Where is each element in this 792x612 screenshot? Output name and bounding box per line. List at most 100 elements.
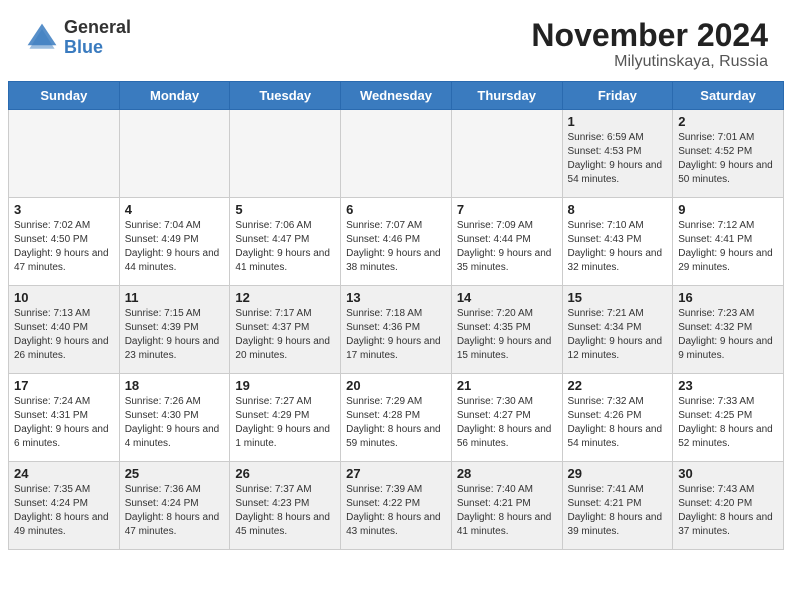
- calendar-cell: 5 Sunrise: 7:06 AM Sunset: 4:47 PM Daylig…: [230, 198, 341, 286]
- day-info: Sunrise: 7:26 AM Sunset: 4:30 PM Dayligh…: [125, 395, 225, 451]
- calendar-cell: [451, 110, 562, 198]
- calendar-week-row: 1 Sunrise: 6:59 AM Sunset: 4:53 PM Daylig…: [9, 110, 784, 198]
- calendar-cell: 30 Sunrise: 7:43 AM Sunset: 4:20 PM Dayli…: [673, 462, 784, 550]
- header-thursday: Thursday: [451, 82, 562, 110]
- location: Milyutinskaya, Russia: [531, 53, 768, 71]
- calendar-cell: 6 Sunrise: 7:07 AM Sunset: 4:46 PM Daylig…: [341, 198, 452, 286]
- calendar-cell: 1 Sunrise: 6:59 AM Sunset: 4:53 PM Daylig…: [562, 110, 673, 198]
- day-info: Sunrise: 7:41 AM Sunset: 4:21 PM Dayligh…: [568, 483, 668, 539]
- day-number: 26: [235, 466, 335, 481]
- day-info: Sunrise: 7:02 AM Sunset: 4:50 PM Dayligh…: [14, 219, 114, 275]
- day-number: 11: [125, 290, 225, 305]
- calendar-cell: 4 Sunrise: 7:04 AM Sunset: 4:49 PM Daylig…: [119, 198, 230, 286]
- day-info: Sunrise: 7:21 AM Sunset: 4:34 PM Dayligh…: [568, 307, 668, 363]
- calendar-cell: 12 Sunrise: 7:17 AM Sunset: 4:37 PM Dayli…: [230, 286, 341, 374]
- day-number: 9: [678, 202, 778, 217]
- calendar-table: Sunday Monday Tuesday Wednesday Thursday…: [8, 81, 784, 550]
- day-info: Sunrise: 7:32 AM Sunset: 4:26 PM Dayligh…: [568, 395, 668, 451]
- day-number: 18: [125, 378, 225, 393]
- calendar-cell: [230, 110, 341, 198]
- day-number: 27: [346, 466, 446, 481]
- calendar-cell: 3 Sunrise: 7:02 AM Sunset: 4:50 PM Daylig…: [9, 198, 120, 286]
- day-number: 30: [678, 466, 778, 481]
- day-number: 10: [14, 290, 114, 305]
- day-info: Sunrise: 6:59 AM Sunset: 4:53 PM Dayligh…: [568, 131, 668, 187]
- calendar-cell: 15Sunrise: 7:21 AM Sunset: 4:34 PM Dayli…: [562, 286, 673, 374]
- calendar-cell: 17Sunrise: 7:24 AM Sunset: 4:31 PM Dayli…: [9, 374, 120, 462]
- header-wednesday: Wednesday: [341, 82, 452, 110]
- calendar-cell: 18 Sunrise: 7:26 AM Sunset: 4:30 PM Dayli…: [119, 374, 230, 462]
- day-number: 17: [14, 378, 114, 393]
- day-number: 19: [235, 378, 335, 393]
- header-sunday: Sunday: [9, 82, 120, 110]
- day-info: Sunrise: 7:17 AM Sunset: 4:37 PM Dayligh…: [235, 307, 335, 363]
- day-info: Sunrise: 7:12 AM Sunset: 4:41 PM Dayligh…: [678, 219, 778, 275]
- day-info: Sunrise: 7:15 AM Sunset: 4:39 PM Dayligh…: [125, 307, 225, 363]
- day-info: Sunrise: 7:40 AM Sunset: 4:21 PM Dayligh…: [457, 483, 557, 539]
- calendar-cell: 13 Sunrise: 7:18 AM Sunset: 4:36 PM Dayli…: [341, 286, 452, 374]
- day-number: 25: [125, 466, 225, 481]
- calendar-week-row: 17Sunrise: 7:24 AM Sunset: 4:31 PM Dayli…: [9, 374, 784, 462]
- calendar-cell: 25 Sunrise: 7:36 AM Sunset: 4:24 PM Dayli…: [119, 462, 230, 550]
- header-saturday: Saturday: [673, 82, 784, 110]
- calendar-cell: 24Sunrise: 7:35 AM Sunset: 4:24 PM Dayli…: [9, 462, 120, 550]
- calendar-cell: 21Sunrise: 7:30 AM Sunset: 4:27 PM Dayli…: [451, 374, 562, 462]
- day-number: 23: [678, 378, 778, 393]
- header-monday: Monday: [119, 82, 230, 110]
- day-number: 22: [568, 378, 668, 393]
- day-number: 16: [678, 290, 778, 305]
- day-number: 2: [678, 114, 778, 129]
- day-info: Sunrise: 7:06 AM Sunset: 4:47 PM Dayligh…: [235, 219, 335, 275]
- day-number: 3: [14, 202, 114, 217]
- calendar-cell: 10 Sunrise: 7:13 AM Sunset: 4:40 PM Dayli…: [9, 286, 120, 374]
- calendar-cell: 16 Sunrise: 7:23 AM Sunset: 4:32 PM Dayli…: [673, 286, 784, 374]
- calendar-cell: 29 Sunrise: 7:41 AM Sunset: 4:21 PM Dayli…: [562, 462, 673, 550]
- day-number: 13: [346, 290, 446, 305]
- header-friday: Friday: [562, 82, 673, 110]
- day-number: 28: [457, 466, 557, 481]
- day-info: Sunrise: 7:01 AM Sunset: 4:52 PM Dayligh…: [678, 131, 778, 187]
- logo: General Blue: [24, 18, 131, 58]
- calendar-cell: 22 Sunrise: 7:32 AM Sunset: 4:26 PM Dayli…: [562, 374, 673, 462]
- day-info: Sunrise: 7:37 AM Sunset: 4:23 PM Dayligh…: [235, 483, 335, 539]
- day-info: Sunrise: 7:43 AM Sunset: 4:20 PM Dayligh…: [678, 483, 778, 539]
- day-number: 1: [568, 114, 668, 129]
- logo-icon: [24, 20, 60, 56]
- day-info: Sunrise: 7:30 AM Sunset: 4:27 PM Dayligh…: [457, 395, 557, 451]
- day-number: 6: [346, 202, 446, 217]
- calendar-cell: 2 Sunrise: 7:01 AM Sunset: 4:52 PM Daylig…: [673, 110, 784, 198]
- day-info: Sunrise: 7:13 AM Sunset: 4:40 PM Dayligh…: [14, 307, 114, 363]
- day-number: 12: [235, 290, 335, 305]
- day-number: 4: [125, 202, 225, 217]
- header: General Blue November 2024 Milyutinskaya…: [0, 0, 792, 81]
- day-info: Sunrise: 7:39 AM Sunset: 4:22 PM Dayligh…: [346, 483, 446, 539]
- calendar-cell: 14Sunrise: 7:20 AM Sunset: 4:35 PM Dayli…: [451, 286, 562, 374]
- day-number: 5: [235, 202, 335, 217]
- calendar: Sunday Monday Tuesday Wednesday Thursday…: [0, 81, 792, 558]
- calendar-cell: 9 Sunrise: 7:12 AM Sunset: 4:41 PM Daylig…: [673, 198, 784, 286]
- day-info: Sunrise: 7:10 AM Sunset: 4:43 PM Dayligh…: [568, 219, 668, 275]
- calendar-week-row: 24Sunrise: 7:35 AM Sunset: 4:24 PM Dayli…: [9, 462, 784, 550]
- day-info: Sunrise: 7:23 AM Sunset: 4:32 PM Dayligh…: [678, 307, 778, 363]
- month-title: November 2024: [531, 18, 768, 53]
- day-number: 24: [14, 466, 114, 481]
- calendar-cell: [9, 110, 120, 198]
- day-info: Sunrise: 7:04 AM Sunset: 4:49 PM Dayligh…: [125, 219, 225, 275]
- day-number: 20: [346, 378, 446, 393]
- day-info: Sunrise: 7:09 AM Sunset: 4:44 PM Dayligh…: [457, 219, 557, 275]
- calendar-cell: 28 Sunrise: 7:40 AM Sunset: 4:21 PM Dayli…: [451, 462, 562, 550]
- day-number: 29: [568, 466, 668, 481]
- day-number: 14: [457, 290, 557, 305]
- day-info: Sunrise: 7:27 AM Sunset: 4:29 PM Dayligh…: [235, 395, 335, 451]
- calendar-cell: 20Sunrise: 7:29 AM Sunset: 4:28 PM Dayli…: [341, 374, 452, 462]
- day-number: 8: [568, 202, 668, 217]
- day-number: 7: [457, 202, 557, 217]
- calendar-week-row: 3 Sunrise: 7:02 AM Sunset: 4:50 PM Daylig…: [9, 198, 784, 286]
- day-info: Sunrise: 7:33 AM Sunset: 4:25 PM Dayligh…: [678, 395, 778, 451]
- calendar-cell: 7 Sunrise: 7:09 AM Sunset: 4:44 PM Daylig…: [451, 198, 562, 286]
- calendar-cell: 26 Sunrise: 7:37 AM Sunset: 4:23 PM Dayli…: [230, 462, 341, 550]
- day-info: Sunrise: 7:36 AM Sunset: 4:24 PM Dayligh…: [125, 483, 225, 539]
- day-info: Sunrise: 7:18 AM Sunset: 4:36 PM Dayligh…: [346, 307, 446, 363]
- calendar-week-row: 10 Sunrise: 7:13 AM Sunset: 4:40 PM Dayli…: [9, 286, 784, 374]
- day-info: Sunrise: 7:07 AM Sunset: 4:46 PM Dayligh…: [346, 219, 446, 275]
